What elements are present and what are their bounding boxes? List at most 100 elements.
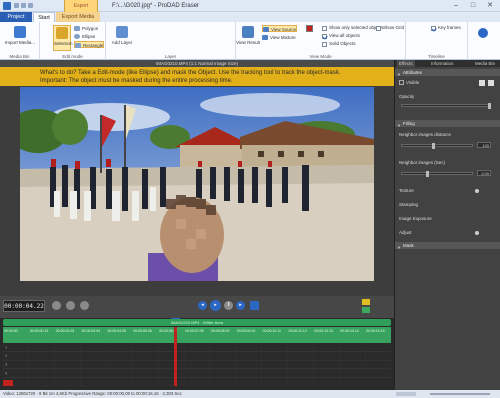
undo-icon[interactable] bbox=[21, 3, 26, 8]
timeline-ruler[interactable]: 00:00:00 00:00:00.13 00:00:02.03 00:00:03.0… bbox=[3, 327, 391, 343]
timeline-row-number: 1 bbox=[5, 345, 8, 350]
import-media-button[interactable]: Import Media... bbox=[4, 25, 36, 51]
ribbon: Import Media... Media Bin Selection Poly… bbox=[0, 22, 500, 60]
view-source-button[interactable]: View Source bbox=[262, 25, 298, 32]
view-mixture-button[interactable]: View Mixture bbox=[262, 34, 296, 41]
help-icon[interactable] bbox=[478, 28, 488, 38]
section-mask[interactable]: ▼ Mask bbox=[395, 242, 500, 250]
eye-icon[interactable] bbox=[479, 80, 485, 86]
checkbox-box bbox=[322, 25, 327, 31]
rectangle-button[interactable]: Rectangle bbox=[74, 41, 105, 48]
timeline-tick-label: 00:00:03.04 bbox=[81, 329, 101, 333]
slider-thumb[interactable] bbox=[488, 103, 491, 109]
playhead-line[interactable] bbox=[174, 327, 177, 386]
play-button[interactable]: ▸ bbox=[210, 300, 221, 311]
hint-line-2: Important: The object must be masked dur… bbox=[40, 78, 233, 84]
timeline-tick-label: 00:00:00 bbox=[4, 329, 18, 333]
neighbor-images-value[interactable]: 2,00 bbox=[477, 170, 491, 176]
zoom-slider[interactable] bbox=[430, 393, 490, 395]
tab-project[interactable]: Project bbox=[0, 12, 32, 22]
close-button[interactable]: ✕ bbox=[482, 0, 498, 12]
checkbox-box bbox=[322, 33, 327, 39]
neighbor-distance-slider[interactable] bbox=[401, 143, 473, 149]
next-frame-button[interactable]: ▸ bbox=[236, 301, 245, 310]
neighbor-distance-value[interactable]: 120 bbox=[477, 142, 491, 148]
maximize-button[interactable]: □ bbox=[465, 0, 481, 12]
marker-icon[interactable] bbox=[362, 299, 370, 305]
lock-icon[interactable] bbox=[488, 80, 494, 86]
solid-objects-checkbox[interactable]: Solid Objects bbox=[322, 41, 356, 47]
show-selected-checkbox[interactable]: Show only selected objects bbox=[322, 25, 383, 31]
tab-information[interactable]: Information bbox=[429, 60, 456, 67]
video-preview[interactable] bbox=[20, 87, 374, 281]
key-frames-checkbox[interactable]: Key frames bbox=[431, 25, 461, 31]
ellipse-button[interactable]: Ellipse bbox=[74, 33, 95, 40]
dot-icon bbox=[475, 189, 479, 193]
timeline-tick-label: 00:00:07.08 bbox=[185, 329, 204, 333]
zoom-box[interactable] bbox=[396, 392, 416, 396]
timecode-display[interactable]: 00:00:04.22 bbox=[3, 300, 45, 312]
redo-icon[interactable] bbox=[28, 3, 33, 8]
view-result-label: View Result bbox=[236, 40, 260, 45]
add-layer-button[interactable]: Add Layer bbox=[110, 25, 134, 51]
selection-button[interactable]: Selection bbox=[53, 25, 73, 51]
checkbox-box bbox=[322, 41, 327, 47]
tab-start[interactable]: Start bbox=[33, 12, 55, 22]
add-layer-icon bbox=[116, 26, 128, 38]
color-swatch[interactable] bbox=[306, 25, 313, 32]
minimize-button[interactable]: – bbox=[448, 0, 464, 12]
view-result-button[interactable]: View Result bbox=[236, 25, 260, 51]
prev-frame-button[interactable]: ◂ bbox=[198, 301, 207, 310]
group-label-timeline: Timeline bbox=[428, 54, 445, 59]
section-attributes[interactable]: ▼ Attributes bbox=[395, 69, 500, 77]
media-header: IMAG0210.MP4 (1:1 Normal Image Size) bbox=[0, 60, 394, 67]
show-grid-checkbox[interactable]: Show Grid bbox=[376, 25, 404, 31]
opacity-slider[interactable] bbox=[401, 103, 491, 109]
checkbox-box bbox=[376, 25, 381, 31]
timeline-tick-label: 00:00:12.13 bbox=[314, 329, 333, 333]
show-grid-label: Show Grid bbox=[383, 25, 405, 30]
clip-track[interactable]: IMAG0210.MP4 - Writer Area bbox=[3, 319, 391, 326]
range-icon[interactable] bbox=[362, 307, 370, 313]
visible-label: Visible bbox=[406, 80, 420, 85]
tab-effects[interactable]: Effects bbox=[397, 60, 415, 67]
section-filling-label: Filling bbox=[403, 121, 415, 126]
texture-label[interactable]: Texture bbox=[399, 188, 414, 194]
hint-bar: What's to do? Take a Edit-mode (like Ell… bbox=[0, 67, 394, 86]
ribbon-group-edit-mode: Selection Polygon Ellipse Rectangle Edit… bbox=[40, 22, 106, 60]
polygon-button[interactable]: Polygon bbox=[74, 25, 98, 32]
polygon-icon bbox=[74, 26, 80, 31]
slider-thumb[interactable] bbox=[432, 143, 435, 149]
import-media-label: Import Media... bbox=[4, 40, 35, 45]
adjust-label[interactable]: Adjust bbox=[399, 230, 412, 236]
tracking-button[interactable] bbox=[250, 301, 259, 310]
stamping-label[interactable]: Stamping bbox=[399, 202, 418, 208]
save-icon[interactable] bbox=[14, 3, 19, 8]
visible-checkbox[interactable] bbox=[399, 80, 404, 86]
section-filling[interactable]: ▼ Filling bbox=[395, 120, 500, 128]
selection-label: Selection bbox=[54, 41, 73, 46]
app-icon bbox=[3, 2, 11, 10]
zoom-out-icon[interactable] bbox=[52, 301, 61, 310]
collapse-icon: ▼ bbox=[397, 244, 401, 250]
view-all-checkbox[interactable]: View all objects bbox=[322, 33, 360, 39]
loop-icon[interactable] bbox=[80, 301, 89, 310]
timeline-grid: 12345 bbox=[3, 343, 391, 386]
ellipse-icon bbox=[74, 34, 80, 39]
tab-media-bin[interactable]: Media Bin bbox=[473, 60, 497, 67]
ribbon-group-layer: Add Layer Layer bbox=[106, 22, 236, 60]
zoom-in-icon[interactable] bbox=[66, 301, 75, 310]
slider-thumb[interactable] bbox=[426, 171, 429, 177]
import-icon bbox=[14, 26, 26, 38]
record-icon[interactable] bbox=[3, 380, 13, 386]
collapse-icon: ▼ bbox=[397, 122, 401, 128]
timeline-tick-label: 00:00:09.10 bbox=[236, 329, 256, 333]
rectangle-icon bbox=[75, 43, 81, 48]
timeline[interactable]: IMAG0210.MP4 - Writer Area 00:00:00 00:00… bbox=[0, 318, 394, 390]
visible-row[interactable]: Visible bbox=[399, 80, 419, 86]
ribbon-group-media-bin: Import Media... Media Bin bbox=[0, 22, 40, 60]
image-exposure-label[interactable]: Image Exposure bbox=[399, 216, 432, 222]
neighbor-images-slider[interactable] bbox=[401, 171, 473, 177]
pause-button[interactable]: ‖ bbox=[224, 301, 233, 310]
tab-export-media[interactable]: Export Media bbox=[56, 12, 100, 22]
